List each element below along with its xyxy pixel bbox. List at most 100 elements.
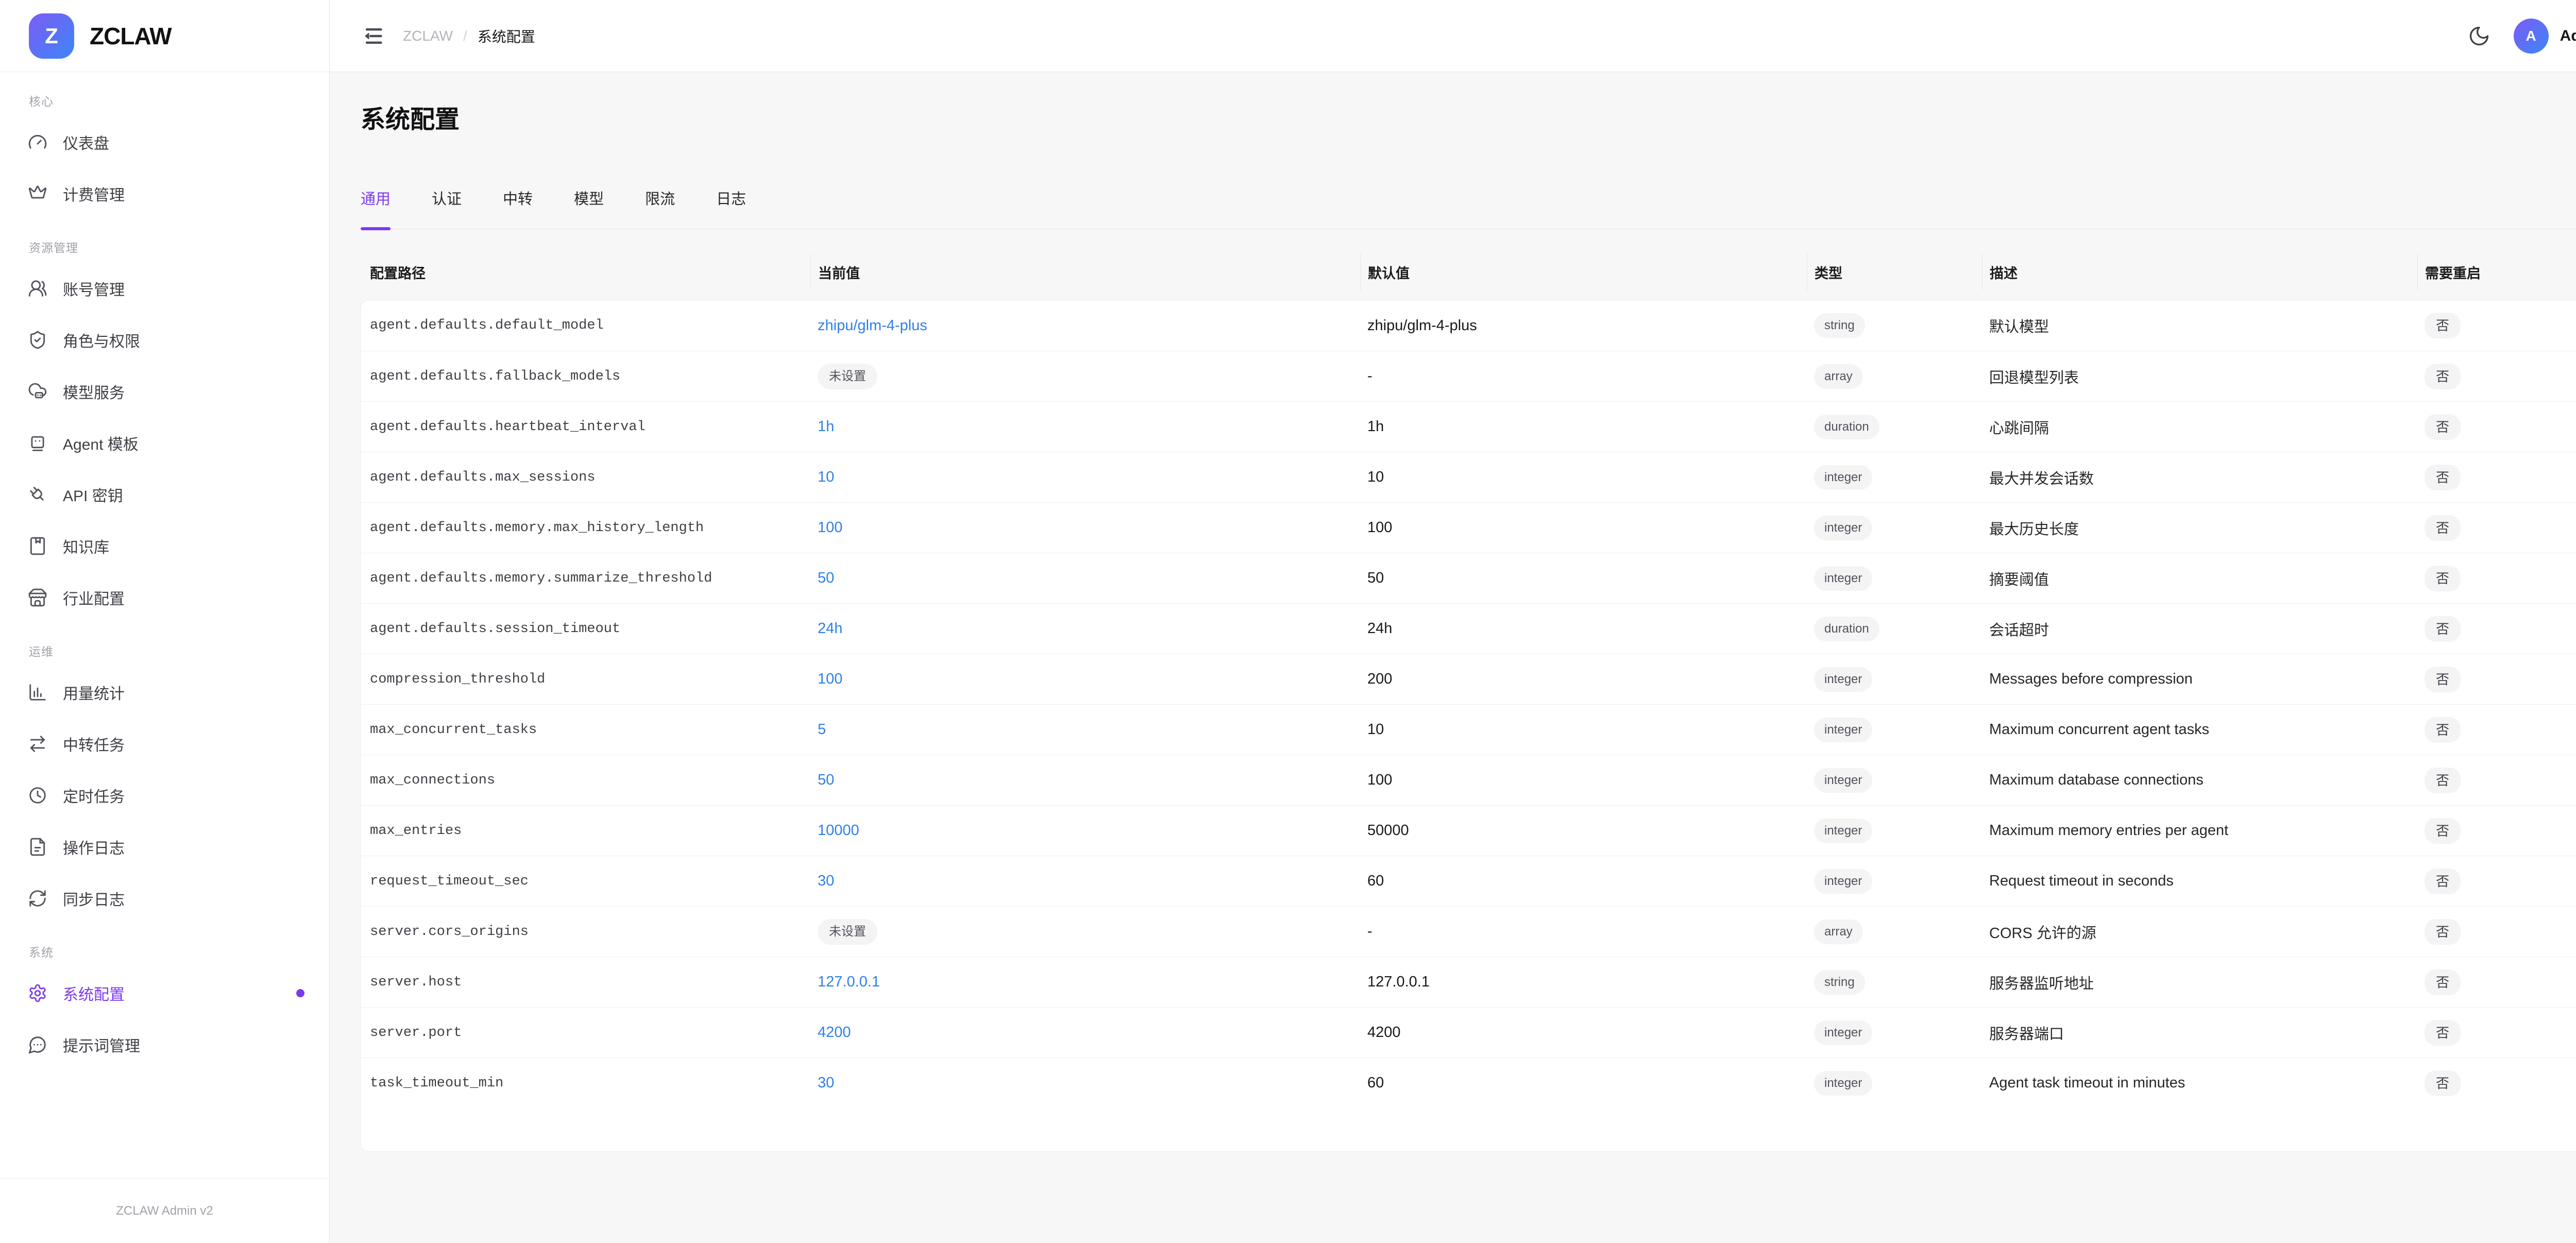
sidebar-item-bar-chart[interactable]: 用量统计	[0, 667, 329, 718]
config-path: agent.defaults.fallback_models	[370, 369, 620, 384]
current-value-link[interactable]: 127.0.0.1	[818, 974, 880, 991]
config-path: max_concurrent_tasks	[370, 722, 537, 738]
description: 会话超时	[1989, 618, 2049, 640]
description: 服务器监听地址	[1989, 972, 2094, 993]
page-content: 系统配置 通用 认证 中转 模型 限流 日志 配置路径当前值默认值类型描述需要重…	[330, 72, 2576, 1243]
restart-required-badge: 否	[2425, 768, 2461, 793]
sidebar-item-label: 同步日志	[63, 887, 125, 910]
current-value-link[interactable]: 30	[818, 873, 834, 890]
sidebar-item-gauge[interactable]: 仪表盘	[0, 116, 329, 168]
sidebar-item-gear[interactable]: 系统配置	[0, 967, 329, 1019]
bar-chart-icon	[28, 683, 47, 702]
type-badge: integer	[1814, 667, 1872, 692]
tab-限流[interactable]: 限流	[645, 191, 675, 229]
file-text-icon	[28, 837, 47, 857]
type-badge: duration	[1814, 617, 1879, 641]
current-value-link[interactable]: 1h	[818, 418, 834, 435]
sidebar-section: 系统 系统配置 提示词管理	[0, 945, 329, 1070]
table-row: compression_threshold100200integerMessag…	[361, 654, 2576, 704]
config-path: agent.defaults.memory.summarize_threshol…	[370, 571, 712, 586]
description: 摘要阈值	[1989, 568, 2049, 589]
sidebar-section-label: 运维	[0, 644, 329, 659]
sidebar-section-label: 核心	[0, 94, 329, 109]
restart-required-badge: 否	[2425, 818, 2461, 844]
current-value-link[interactable]: 10	[818, 469, 834, 486]
tab-日志[interactable]: 日志	[716, 191, 746, 229]
sidebar-item-clock[interactable]: 定时任务	[0, 770, 329, 821]
type-badge: string	[1814, 970, 1865, 995]
avatar: A	[2514, 19, 2549, 54]
table-row: agent.defaults.memory.summarize_threshol…	[361, 553, 2576, 603]
breadcrumb-root[interactable]: ZCLAW	[403, 28, 453, 44]
type-badge: integer	[1814, 566, 1872, 591]
sidebar-section: 运维 用量统计 中转任务 定时任务 操作日志 同步日志	[0, 644, 329, 924]
plug-icon	[28, 485, 47, 504]
table-row: agent.defaults.heartbeat_interval1h1hdur…	[361, 401, 2576, 452]
topbar-left: ZCLAW / 系统配置	[361, 24, 535, 48]
default-value: 60	[1367, 873, 1384, 890]
sidebar-item-bot[interactable]: Agent 模板	[0, 417, 329, 469]
sidebar-item-label: 行业配置	[63, 586, 125, 609]
config-table: agent.defaults.default_model zhipu/glm-4-…	[361, 300, 2576, 1151]
tab-中转[interactable]: 中转	[503, 191, 533, 229]
current-value-link[interactable]: 24h	[818, 620, 842, 637]
tab-模型[interactable]: 模型	[574, 191, 604, 229]
restart-required-badge: 否	[2425, 364, 2461, 389]
description: Request timeout in seconds	[1989, 873, 2174, 890]
current-value-link[interactable]: zhipu/glm-4-plus	[818, 317, 927, 334]
sidebar-footer-version: ZCLAW Admin v2	[0, 1178, 329, 1243]
sidebar-item-store[interactable]: 行业配置	[0, 572, 329, 623]
column-header: 默认值	[1360, 254, 1807, 290]
sidebar-item-cloud-server[interactable]: 模型服务	[0, 366, 329, 417]
user-menu[interactable]: A Admin	[2514, 19, 2576, 54]
type-badge: integer	[1814, 516, 1872, 540]
description: Agent task timeout in minutes	[1989, 1075, 2185, 1092]
current-value-link[interactable]: 10000	[818, 822, 859, 839]
sidebar-item-label: 中转任务	[63, 733, 125, 755]
current-value-link[interactable]: 50	[818, 570, 834, 587]
sidebar-item-book[interactable]: 知识库	[0, 520, 329, 572]
current-value-link[interactable]: 30	[818, 1075, 834, 1092]
current-value-link[interactable]: 50	[818, 772, 834, 789]
topbar: ZCLAW / 系统配置 A Admin	[330, 0, 2576, 72]
type-badge: integer	[1814, 869, 1872, 894]
sidebar-item-refresh[interactable]: 同步日志	[0, 873, 329, 924]
config-path: agent.defaults.session_timeout	[370, 621, 620, 637]
sidebar-item-users[interactable]: 账号管理	[0, 263, 329, 314]
table-row: max_entries1000050000integerMaximum memo…	[361, 805, 2576, 856]
config-path: agent.defaults.default_model	[370, 318, 604, 333]
sidebar-item-file-text[interactable]: 操作日志	[0, 821, 329, 873]
column-header: 配置路径	[361, 254, 810, 290]
restart-required-badge: 否	[2425, 869, 2461, 894]
table-row: server.cors_origins未设置-arrayCORS 允许的源否	[361, 906, 2576, 957]
shield-check-icon	[28, 330, 47, 350]
sidebar-item-label: 账号管理	[63, 277, 125, 300]
collapse-sidebar-button[interactable]	[361, 24, 384, 48]
current-value-link[interactable]: 5	[818, 721, 826, 738]
sidebar-item-arrows-right-left[interactable]: 中转任务	[0, 718, 329, 770]
sidebar-item-shield-check[interactable]: 角色与权限	[0, 314, 329, 366]
config-path: agent.defaults.max_sessions	[370, 470, 595, 485]
description: 回退模型列表	[1989, 366, 2079, 387]
current-value-unset-badge: 未设置	[818, 919, 877, 945]
sidebar-section: 资源管理 账号管理 角色与权限 模型服务 Agent 模板 API 密钥 知识库…	[0, 240, 329, 623]
type-badge: array	[1814, 920, 1863, 944]
restart-required-badge: 否	[2425, 969, 2461, 995]
description: 最大历史长度	[1989, 517, 2079, 539]
tab-认证[interactable]: 认证	[432, 191, 462, 229]
current-value-link[interactable]: 100	[818, 519, 842, 536]
logo-row: Z ZCLAW	[0, 0, 329, 72]
current-value-link[interactable]: 4200	[818, 1024, 851, 1041]
default-value: 50	[1367, 570, 1384, 587]
default-value: 4200	[1367, 1024, 1401, 1041]
config-path: server.port	[370, 1025, 462, 1041]
breadcrumb: ZCLAW / 系统配置	[403, 26, 535, 46]
bot-icon	[28, 433, 47, 453]
tab-通用[interactable]: 通用	[361, 191, 391, 229]
theme-toggle-button[interactable]	[2467, 24, 2491, 48]
sidebar-item-crown[interactable]: 计费管理	[0, 168, 329, 219]
restart-required-badge: 否	[2425, 465, 2461, 490]
sidebar-item-message-dots[interactable]: 提示词管理	[0, 1019, 329, 1070]
current-value-link[interactable]: 100	[818, 671, 842, 688]
sidebar-item-plug[interactable]: API 密钥	[0, 469, 329, 520]
